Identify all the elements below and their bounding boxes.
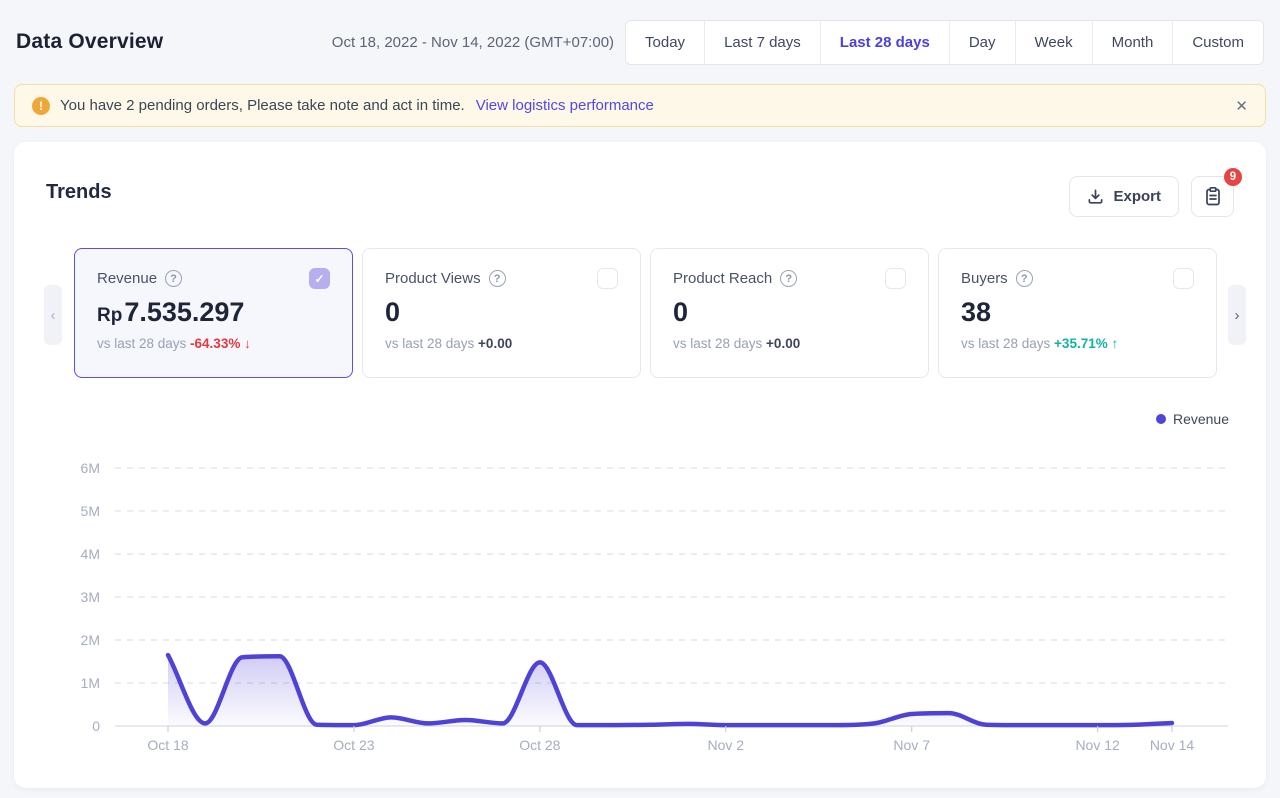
banner-text: You have 2 pending orders, Please take n… (60, 97, 465, 114)
cards-next-button[interactable]: › (1228, 285, 1246, 345)
tasks-button[interactable]: 9 (1191, 176, 1234, 217)
tab-week[interactable]: Week (1015, 21, 1092, 64)
metric-card-product-views[interactable]: Product Views? 0 vs last 28 days +0.00 (362, 248, 641, 378)
tab-last-28-days[interactable]: Last 28 days (820, 21, 949, 64)
help-icon[interactable]: ? (165, 270, 182, 287)
metric-card-revenue[interactable]: Revenue? ✓ Rp7.535.297 vs last 28 days -64.… (74, 248, 353, 378)
help-icon[interactable]: ? (1016, 270, 1033, 287)
x-axis-label: Nov 14 (1150, 737, 1195, 753)
tab-today[interactable]: Today (626, 21, 704, 64)
page-header: Data Overview Oct 18, 2022 - Nov 14, 202… (0, 0, 1280, 66)
tab-last-7-days[interactable]: Last 7 days (704, 21, 820, 64)
x-axis-label: Oct 28 (519, 737, 560, 753)
metric-change: +0.00 (766, 336, 800, 351)
metric-checkbox[interactable] (885, 268, 906, 289)
notice-banner: ! You have 2 pending orders, Please take… (14, 84, 1266, 127)
metric-title: Product Views (385, 270, 481, 287)
metric-title: Buyers (961, 270, 1008, 287)
metric-change: +0.00 (478, 336, 512, 351)
export-button[interactable]: Export (1069, 176, 1179, 217)
metric-card-buyers[interactable]: Buyers? 38 vs last 28 days +35.71% ↑ (938, 248, 1217, 378)
page-title: Data Overview (16, 30, 163, 54)
x-axis-label: Nov 2 (707, 737, 744, 753)
chevron-right-icon: › (1235, 307, 1240, 324)
y-axis-label: 5M (81, 503, 100, 519)
x-axis-label: Oct 18 (147, 737, 188, 753)
revenue-chart-svg: 0 1M 2M 3M 4M 5M 6M Oct 18 Oct 23 Oct 28 Nov 2 Nov … (14, 442, 1266, 772)
x-axis-label: Nov 12 (1075, 737, 1120, 753)
metric-change: -64.33% ↓ (190, 336, 251, 351)
tab-day[interactable]: Day (949, 21, 1015, 64)
tab-custom[interactable]: Custom (1172, 21, 1263, 64)
y-axis-label: 0 (92, 718, 100, 734)
trends-panel: Trends Export 9 ‹ Re (14, 142, 1266, 788)
chart-legend: Revenue (1156, 411, 1229, 427)
download-icon (1087, 188, 1104, 205)
data-overview-page: Data Overview Oct 18, 2022 - Nov 14, 202… (0, 0, 1280, 798)
trends-title: Trends (46, 181, 112, 204)
revenue-line (168, 655, 1172, 725)
metric-compare: vs last 28 days +0.00 (673, 336, 906, 351)
metric-value: 38 (961, 297, 1194, 328)
banner-close-button[interactable]: ✕ (1235, 97, 1248, 115)
metric-checkbox[interactable] (1173, 268, 1194, 289)
tab-month[interactable]: Month (1092, 21, 1173, 64)
help-icon[interactable]: ? (489, 270, 506, 287)
y-axis-label: 3M (81, 589, 100, 605)
metric-compare: vs last 28 days +0.00 (385, 336, 618, 351)
export-label: Export (1113, 188, 1161, 205)
metric-checkbox[interactable] (597, 268, 618, 289)
metric-compare: vs last 28 days +35.71% ↑ (961, 336, 1194, 351)
banner-link[interactable]: View logistics performance (476, 97, 654, 114)
cards-prev-button[interactable]: ‹ (44, 285, 62, 345)
revenue-area (168, 655, 1172, 726)
metric-value: Rp7.535.297 (97, 297, 330, 328)
revenue-chart: 0 1M 2M 3M 4M 5M 6M Oct 18 Oct 23 Oct 28 Nov 2 Nov … (14, 442, 1266, 772)
clipboard-icon (1203, 186, 1223, 207)
close-icon: ✕ (1235, 98, 1248, 115)
metric-value: 0 (673, 297, 906, 328)
metric-title: Revenue (97, 270, 157, 287)
legend-dot (1156, 414, 1166, 424)
warning-icon: ! (32, 97, 50, 115)
date-range-tabs: TodayLast 7 daysLast 28 daysDayWeekMonth… (625, 20, 1264, 65)
metric-cards: Revenue? ✓ Rp7.535.297 vs last 28 days -64.… (74, 248, 1217, 378)
y-axis-label: 1M (81, 675, 100, 691)
metric-checkbox[interactable]: ✓ (309, 268, 330, 289)
legend-label[interactable]: Revenue (1173, 411, 1229, 427)
notification-badge: 9 (1224, 168, 1242, 186)
metric-card-product-reach[interactable]: Product Reach? 0 vs last 28 days +0.00 (650, 248, 929, 378)
y-axis-label: 2M (81, 632, 100, 648)
metric-compare: vs last 28 days -64.33% ↓ (97, 336, 330, 351)
metric-title: Product Reach (673, 270, 772, 287)
metric-value: 0 (385, 297, 618, 328)
y-axis-label: 4M (81, 546, 100, 562)
x-axis-label: Nov 7 (893, 737, 930, 753)
chevron-left-icon: ‹ (51, 307, 56, 324)
trends-header: Trends Export 9 (14, 142, 1266, 217)
metric-change: +35.71% ↑ (1054, 336, 1118, 351)
trends-actions: Export 9 (1069, 176, 1234, 217)
help-icon[interactable]: ? (780, 270, 797, 287)
x-axis-label: Oct 23 (333, 737, 374, 753)
date-range-label: Oct 18, 2022 - Nov 14, 2022 (GMT+07:00) (332, 34, 614, 51)
y-axis-label: 6M (81, 460, 100, 476)
